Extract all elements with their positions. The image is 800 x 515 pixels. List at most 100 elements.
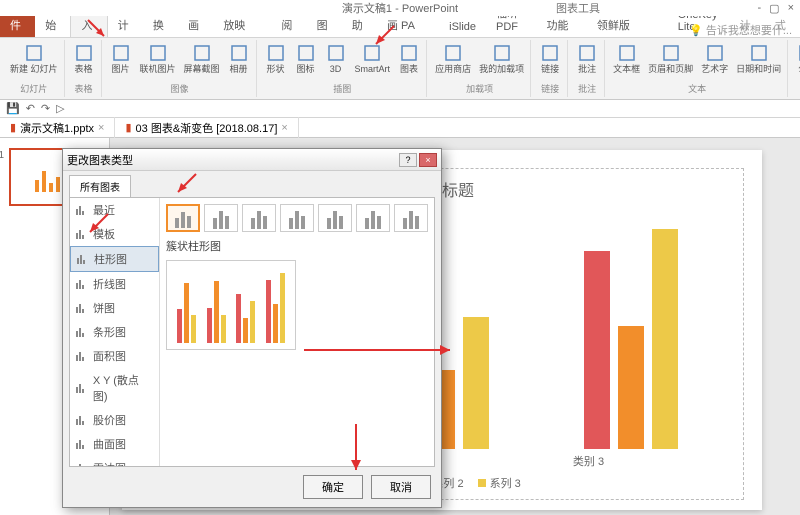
tell-me[interactable]: 💡 告诉我您想要什... xyxy=(689,22,792,38)
ribbon-addins-button[interactable]: 我的加载项 xyxy=(477,42,526,76)
ribbon-group-图像: 图片联机图片屏幕截图相册图像 xyxy=(104,40,257,97)
chart-category-template[interactable]: 模板 xyxy=(70,222,159,246)
icons-icon xyxy=(296,43,316,63)
chart-group-3 xyxy=(584,229,678,449)
qat-redo-icon[interactable]: ↷ xyxy=(41,102,50,115)
close-tab-icon[interactable]: × xyxy=(281,122,287,134)
dialog-title-text: 更改图表类型 xyxy=(67,152,133,168)
bar-series2 xyxy=(618,326,644,449)
chart-preview[interactable] xyxy=(166,260,296,350)
ribbon-comment-button[interactable]: 批注 xyxy=(574,42,600,76)
link-icon xyxy=(540,43,560,63)
subtype-row xyxy=(166,204,428,232)
chart-category-scatter[interactable]: X Y (散点图) xyxy=(70,368,159,408)
screenshot-icon xyxy=(192,43,212,63)
bar-series3 xyxy=(652,229,678,449)
ribbon-equation-button[interactable]: 公式 xyxy=(794,42,800,76)
ribbon-table-button[interactable]: 表格 xyxy=(71,42,97,76)
textbox-icon xyxy=(617,43,637,63)
app-title: 演示文稿1 - PowerPoint xyxy=(342,0,458,16)
quick-access-toolbar: 💾 ↶ ↷ ▷ xyxy=(0,100,800,118)
table-icon xyxy=(74,43,94,63)
bar-series3 xyxy=(463,317,489,449)
qat-start-icon[interactable]: ▷ xyxy=(56,102,64,115)
chart-subtype-1[interactable] xyxy=(204,204,238,232)
surface-icon xyxy=(76,439,88,449)
chart-subtype-5[interactable] xyxy=(356,204,390,232)
chart-category-column[interactable]: 柱形图 xyxy=(70,246,159,272)
bar-icon xyxy=(76,327,88,337)
chart-category-recent[interactable]: 最近 xyxy=(70,198,159,222)
subtype-label: 簇状柱形图 xyxy=(166,238,428,254)
dialog-help-button[interactable]: ? xyxy=(399,153,417,167)
qat-undo-icon[interactable]: ↶ xyxy=(26,102,35,115)
ribbon-album-button[interactable]: 相册 xyxy=(226,42,252,76)
chart-category-area[interactable]: 面积图 xyxy=(70,344,159,368)
ribbon-screenshot-button[interactable]: 屏幕截图 xyxy=(182,42,222,76)
change-chart-type-dialog: 更改图表类型 ? × 所有图表 最近模板柱形图折线图饼图条形图面积图X Y (散… xyxy=(62,148,442,508)
template-icon xyxy=(76,229,88,239)
chart-subtype-6[interactable] xyxy=(394,204,428,232)
ribbon-online-pic-button[interactable]: 联机图片 xyxy=(138,42,178,76)
ribbon-group-表格: 表格表格 xyxy=(67,40,102,97)
chart-category-radar[interactable]: 雷达图 xyxy=(70,456,159,466)
ribbon-wordart-button[interactable]: 艺术字 xyxy=(699,42,730,76)
store-icon xyxy=(443,43,463,63)
chart-subtype-4[interactable] xyxy=(318,204,352,232)
file-tab-0[interactable]: ▮演示文稿1.pptx× xyxy=(0,117,115,139)
chart-category-line[interactable]: 折线图 xyxy=(70,272,159,296)
ribbon-icons-button[interactable]: 图标 xyxy=(293,42,319,76)
window-max-icon[interactable]: ▢ xyxy=(769,2,779,15)
ribbon-picture-button[interactable]: 图片 xyxy=(108,42,134,76)
cancel-button[interactable]: 取消 xyxy=(371,475,431,499)
column-icon xyxy=(77,254,89,264)
line-icon xyxy=(76,279,88,289)
close-tab-icon[interactable]: × xyxy=(98,122,104,134)
dialog-tab-all-charts[interactable]: 所有图表 xyxy=(69,175,131,197)
chart-category-surface[interactable]: 曲面图 xyxy=(70,432,159,456)
album-icon xyxy=(229,43,249,63)
ribbon-3d-button[interactable]: 3D xyxy=(323,42,349,76)
new-slide-icon xyxy=(24,43,44,63)
chart-icon xyxy=(399,43,419,63)
ribbon-new-slide-button[interactable]: 新建 幻灯片 xyxy=(8,42,60,76)
ribbon-tabs: 文件开始插入设计切换动画幻灯片放映审阅视图帮助口袋动画 PAiSlide福昕PD… xyxy=(0,16,800,38)
ribbon-link-button[interactable]: 链接 xyxy=(537,42,563,76)
qat-save-icon[interactable]: 💾 xyxy=(6,102,20,115)
scatter-icon xyxy=(76,383,88,393)
ok-button[interactable]: 确定 xyxy=(303,475,363,499)
ribbon-header-button[interactable]: 页眉和页脚 xyxy=(646,42,695,76)
ppt-icon: ▮ xyxy=(125,121,131,134)
ppt-icon: ▮ xyxy=(10,121,16,134)
chart-subtype-3[interactable] xyxy=(280,204,314,232)
chart-subtype-2[interactable] xyxy=(242,204,276,232)
pie-icon xyxy=(76,303,88,313)
radar-icon xyxy=(76,463,88,466)
chart-category-stock[interactable]: 股价图 xyxy=(70,408,159,432)
window-min-icon[interactable]: - xyxy=(757,2,761,15)
ribbon-datetime-button[interactable]: 日期和时间 xyxy=(734,42,783,76)
ribbon-group-幻灯片: 新建 幻灯片幻灯片 xyxy=(4,40,65,97)
picture-icon xyxy=(111,43,131,63)
bulb-icon: 💡 xyxy=(689,25,703,37)
header-icon xyxy=(661,43,681,63)
recent-icon xyxy=(76,205,88,215)
ribbon-store-button[interactable]: 应用商店 xyxy=(433,42,473,76)
datetime-icon xyxy=(749,43,769,63)
ribbon-shapes-button[interactable]: 形状 xyxy=(263,42,289,76)
ribbon-group-符号: 公式符号符号 xyxy=(790,40,800,97)
chart-subtype-0[interactable] xyxy=(166,204,200,232)
stock-icon xyxy=(76,415,88,425)
ribbon-smartart-button[interactable]: SmartArt xyxy=(353,42,393,76)
ribbon-textbox-button[interactable]: 文本框 xyxy=(611,42,642,76)
ribbon-tab-11[interactable]: iSlide xyxy=(439,17,486,37)
window-close-icon[interactable]: × xyxy=(788,2,794,15)
chart-category-bar[interactable]: 条形图 xyxy=(70,320,159,344)
dialog-body: 最近模板柱形图折线图饼图条形图面积图X Y (散点图)股价图曲面图雷达图树状图旭… xyxy=(69,197,435,467)
dialog-titlebar[interactable]: 更改图表类型 ? × xyxy=(63,149,441,171)
ribbon-group-加载项: 应用商店我的加载项加载项 xyxy=(429,40,531,97)
ribbon-chart-button[interactable]: 图表 xyxy=(396,42,422,76)
file-tab-1[interactable]: ▮03 图表&渐变色 [2018.08.17]× xyxy=(115,117,298,139)
dialog-close-button[interactable]: × xyxy=(419,153,437,167)
chart-category-pie[interactable]: 饼图 xyxy=(70,296,159,320)
